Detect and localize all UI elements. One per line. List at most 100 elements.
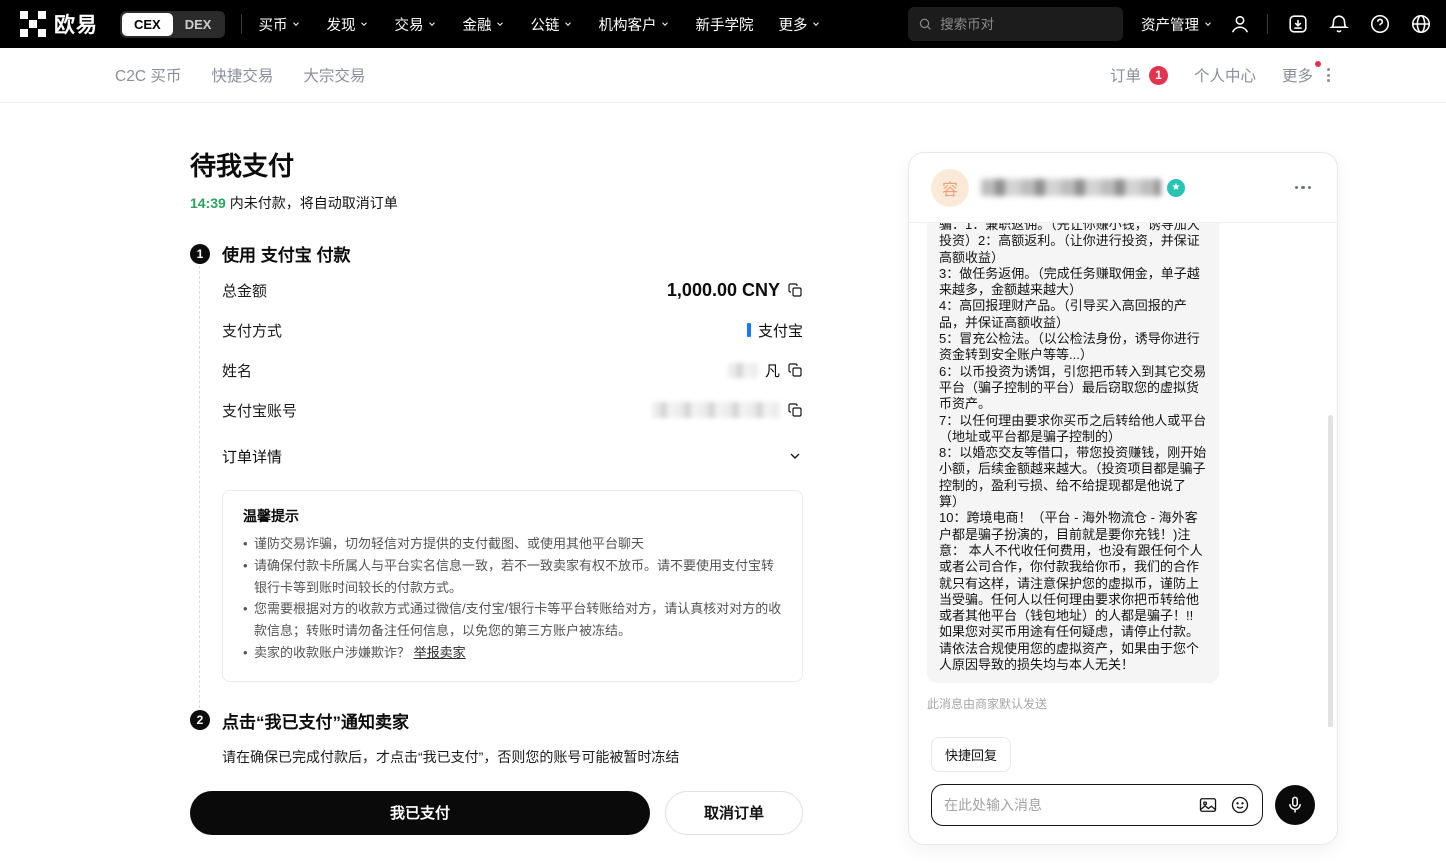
nav-item-academy[interactable]: 新手学院 [695,14,753,35]
action-buttons: 我已支付 取消订单 [190,791,803,835]
microphone-icon [1285,795,1305,815]
nav-divider [1267,14,1268,34]
attach-image-button[interactable] [1198,795,1218,815]
page: 欧易 CEX DEX 买币 发现 交易 金融 公链 机构客户 新手学院 更多 资… [0,0,1446,863]
merchant-message-bubble: 骗：1：兼职返佣。（先让你赚小钱，诱导加大投资）2：高额返利。（让你进行投资，并… [927,223,1219,683]
profile-center-link[interactable]: 个人中心 [1194,64,1256,86]
image-icon [1198,795,1218,815]
nav-menu: 买币 发现 交易 金融 公链 机构客户 新手学院 更多 [258,14,821,35]
help-button[interactable] [1369,13,1391,35]
copy-name-button[interactable] [787,362,803,378]
sub-nav: C2C 买币 快捷交易 大宗交易 订单 1 个人中心 更多 [0,48,1446,103]
chat-input-row [931,784,1315,826]
paid-button[interactable]: 我已支付 [190,791,650,835]
payment-method-label: 支付方式 [222,320,282,341]
copy-amount-button[interactable] [787,282,803,298]
user-icon [1229,13,1251,35]
merchant-avatar: 容 [931,169,969,207]
payee-name-visible: 凡 [765,360,780,381]
search-input[interactable] [940,17,1113,32]
chevron-down-icon [495,19,505,29]
tip-item: 卖家的收款账户涉嫌欺诈？ 举报卖家 [243,642,782,664]
copy-account-button[interactable] [787,402,803,418]
payment-method-row: 支付方式 支付宝 [222,310,803,350]
step1-title: 使用 支付宝 付款 [222,241,350,266]
nav-item-more[interactable]: 更多 [778,14,821,35]
copy-icon [787,362,803,378]
voice-message-button[interactable] [1275,785,1315,825]
nav-item-institutional[interactable]: 机构客户 [598,14,670,35]
amount-label: 总金额 [222,280,267,301]
chat-messages[interactable]: 骗：1：兼职返佣。（先让你赚小钱，诱导加大投资）2：高额返利。（让你进行投资，并… [909,223,1337,727]
payee-name-row: 姓名 凡 [222,350,803,390]
nav-item-trade[interactable]: 交易 [394,14,437,35]
chevron-down-icon [660,19,670,29]
notifications-button[interactable] [1328,13,1350,35]
globe-icon [1410,13,1432,35]
tip-item: 您需要根据对方的收款方式通过微信/支付宝/银行卡等平台转账给对方，请认真核对对方… [243,598,782,642]
chat-input-box[interactable] [931,784,1263,826]
subnav-tabs: C2C 买币 快捷交易 大宗交易 [115,64,365,86]
okx-logo[interactable]: 欧易 [20,9,98,39]
vertical-dots-icon[interactable] [1325,66,1332,84]
chevron-down-icon [359,19,369,29]
chevron-down-icon [291,19,301,29]
chat-panel: 容 ★ 骗：1：兼职返佣。（先让你赚小钱，诱导加大投资）2：高额返利。（让你进行… [908,152,1338,845]
chat-scrollbar[interactable] [1328,415,1333,727]
question-icon [1369,13,1391,35]
subnav-right: 订单 1 个人中心 更多 [1110,64,1332,86]
language-button[interactable] [1410,13,1432,35]
chat-message-input[interactable] [944,797,1186,813]
report-seller-link[interactable]: 举报卖家 [414,645,466,660]
step2-body: 请在确保已完成付款后，才点击“我已支付”，否则您的账号可能被暂时冻结 [199,733,803,767]
profile-button[interactable] [1229,13,1251,35]
step2-number: 2 [190,710,210,730]
merchant-name: ★ [981,179,1185,197]
countdown-timer: 14:39 [190,195,226,211]
chevron-down-icon [427,19,437,29]
tab-block-trade[interactable]: 大宗交易 [303,64,365,86]
nav-item-chain[interactable]: 公链 [530,14,573,35]
toggle-cex[interactable]: CEX [122,13,173,36]
notification-dot [1315,61,1321,67]
chevron-down-icon [787,448,803,464]
tips-box: 温馨提示 谨防交易诈骗，切勿轻信对方提供的支付截图、或使用其他平台聊天 请确保付… [222,490,803,682]
order-details-toggle[interactable]: 订单详情 [222,436,803,476]
page-title: 待我支付 [190,146,803,183]
cancel-order-button[interactable]: 取消订单 [665,791,803,835]
alipay-account-label: 支付宝账号 [222,400,297,421]
order-details-label: 订单详情 [222,446,282,467]
nav-item-finance[interactable]: 金融 [462,14,505,35]
step1-header: 1 使用 支付宝 付款 [190,241,803,266]
download-app-button[interactable] [1287,13,1309,35]
chat-header: 容 ★ [909,153,1337,223]
message-default-note: 此消息由商家默认发送 [927,695,1319,712]
orders-count-badge: 1 [1149,66,1168,85]
chevron-down-icon [1203,19,1213,29]
order-panel: 待我支付 14:39 内未付款，将自动取消订单 1 使用 支付宝 付款 总金额 … [190,146,803,835]
cex-dex-toggle: CEX DEX [120,11,225,38]
chat-more-button[interactable] [1291,182,1316,194]
quick-reply-button[interactable]: 快捷回复 [931,737,1011,772]
step2-title: 点击“我已支付”通知卖家 [222,708,409,733]
tab-c2c-buy[interactable]: C2C 买币 [115,64,181,86]
toggle-dex[interactable]: DEX [173,13,224,36]
brand-name: 欧易 [54,9,98,39]
nav-item-buy-crypto[interactable]: 买币 [258,14,301,35]
copy-icon [787,282,803,298]
verified-badge-icon: ★ [1167,179,1185,197]
top-nav: 欧易 CEX DEX 买币 发现 交易 金融 公链 机构客户 新手学院 更多 资… [0,0,1446,48]
countdown-line: 14:39 内未付款，将自动取消订单 [190,193,803,213]
download-icon [1287,13,1309,35]
step2-note: 请在确保已完成付款后，才点击“我已支付”，否则您的账号可能被暂时冻结 [222,747,803,767]
more-link[interactable]: 更多 [1282,64,1313,86]
emoji-button[interactable] [1230,795,1250,815]
assets-menu[interactable]: 资产管理 [1141,14,1213,35]
nav-item-discover[interactable]: 发现 [326,14,369,35]
orders-link[interactable]: 订单 1 [1110,64,1168,86]
bell-icon [1328,13,1350,35]
nav-divider [241,14,242,34]
search-box[interactable] [908,7,1123,41]
tab-express-trade[interactable]: 快捷交易 [211,64,273,86]
countdown-note: 内未付款，将自动取消订单 [230,195,398,211]
